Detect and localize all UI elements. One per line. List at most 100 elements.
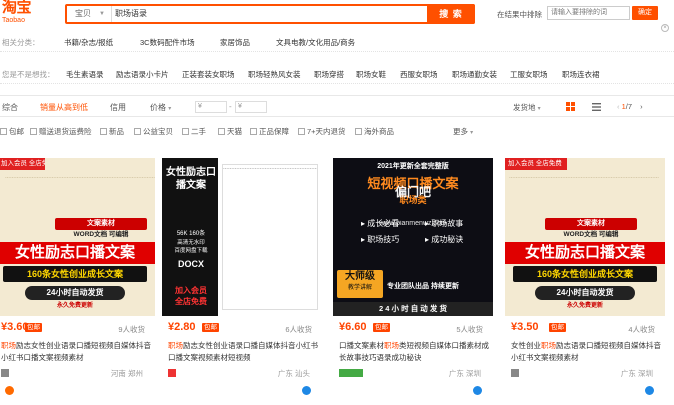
shop-line: 河南 郑州 (0, 368, 155, 380)
logo-text: 淘宝 (2, 0, 32, 16)
shop-icon[interactable] (1, 369, 9, 377)
banner-word: WORD文档 可编辑 (563, 231, 619, 238)
checkbox-box (134, 128, 141, 135)
suggestion-option[interactable]: 职场女鞋 (356, 69, 386, 80)
header: 淘宝 Taobao 宝贝 ▼ 职场语录 搜 索 在结果中排除 请输入要排除的词 … (0, 0, 674, 32)
exclude-input[interactable]: 请输入要排除的词 (547, 6, 630, 20)
checkbox-return-insurance[interactable]: 赠送退货运费险 (30, 126, 92, 137)
product-image[interactable]: 2021年更新全套完整版 短视频口播文案 职场类 ▸ 成长必看 ▸ 职场故事 ▸… (333, 158, 493, 316)
suggestion-label: 您是不是想找： (2, 70, 55, 79)
main-title: 女性励志口播文案 (0, 242, 155, 264)
checkbox-label: 海外商品 (364, 127, 394, 136)
ship-from-select[interactable]: 发货地 ▾ (513, 102, 541, 113)
checkbox-label: 天猫 (227, 127, 242, 136)
checkbox-tmall[interactable]: 天猫 (218, 126, 242, 137)
suggestion-option[interactable]: 职场穿搭 (314, 69, 344, 80)
list-view-icon[interactable] (592, 103, 601, 111)
product-title[interactable]: 女性创业职场励志语录口播短视频自媒体抖音小红书文案视频素材 (511, 340, 663, 364)
location: 广东 深圳 (448, 369, 481, 378)
pager: ‹ 1/7 › (617, 102, 643, 111)
sales-count: 9人收货 (118, 325, 145, 334)
suggestion-option[interactable]: 毛生素语录 (66, 69, 104, 80)
checkbox-box (250, 128, 257, 135)
more-filters[interactable]: 更多 ▾ (453, 126, 473, 137)
product-card[interactable]: 加入会员 全店免费 ………………………………………………………………………………… (0, 158, 155, 405)
category-option[interactable]: 家居饰品 (220, 37, 250, 48)
category-option[interactable]: 3C数码配件市场 (140, 37, 195, 48)
search-button[interactable]: 搜 索 (427, 4, 475, 24)
search-category-label: 宝贝 (75, 9, 91, 18)
product-card[interactable]: 女性励志口播文案 56K 160条 高清无水印 百度网盘下载 DOCX 加入会员… (162, 158, 322, 405)
free-shipping-badge: 包邮 (549, 323, 566, 332)
banner-word: WORD文档 可编辑 (73, 231, 129, 238)
category-option[interactable]: 书籍/杂志/报纸 (64, 37, 113, 48)
product-image[interactable]: 加入会员 全店免费 ………………………………………………………………………………… (0, 158, 155, 316)
suggestion-option[interactable]: 职场通勤女装 (452, 69, 497, 80)
checkbox-authentic[interactable]: 正品保障 (250, 126, 289, 137)
service-filter-row: 包邮 赠送退货运费险 新品 公益宝贝 二手 天猫 正品保障 7+天内退货 海外商… (0, 123, 674, 139)
product-card[interactable]: 加入会员 全店免费 ………………………………………………………………………………… (505, 158, 665, 405)
sort-price[interactable]: 价格 ▾ (150, 102, 171, 113)
sort-default[interactable]: 综合 (2, 102, 18, 113)
title-prefix: 口播文案素材 (339, 341, 384, 350)
search-category-select[interactable]: 宝贝 ▼ (69, 6, 107, 22)
product-image[interactable]: 加入会员 全店免费 ………………………………………………………………………………… (505, 158, 665, 316)
service-icons (505, 386, 665, 398)
checkbox-label: 二手 (191, 127, 206, 136)
sort-sales[interactable]: 销量从高到低 (40, 102, 88, 113)
keyword-4: ▸ 成功秘诀 (425, 235, 464, 244)
price-dash: - (229, 102, 232, 111)
product-card[interactable]: 2021年更新全套完整版 短视频口播文案 职场类 ▸ 成长必看 ▸ 职场故事 ▸… (333, 158, 493, 405)
price: ¥3.50 (511, 321, 539, 333)
service-icons (162, 386, 322, 398)
title-highlight: 职场 (541, 341, 556, 350)
exclude-confirm-button[interactable]: 确定 (632, 6, 658, 20)
service-icons (0, 386, 155, 398)
suggestion-option[interactable]: 职场轻熟风女装 (248, 69, 301, 80)
member-line-2: 全店免费 (175, 297, 207, 306)
checkbox-charity[interactable]: 公益宝贝 (134, 126, 173, 137)
checkbox-new[interactable]: 新品 (100, 126, 124, 137)
document-preview: …………………………………………………………………………………………………………… (222, 164, 318, 310)
product-title[interactable]: 职场励志女性创业语录口播短视频自媒体抖音小红书口播文案视频素材 (1, 340, 153, 364)
suggestion-option[interactable]: 正装套装女职场 (182, 69, 235, 80)
shop-icon[interactable] (168, 369, 176, 377)
location: 广东 深圳 (620, 369, 653, 378)
footer-sub: 永久免费更新 (566, 303, 603, 309)
checkbox-box (100, 128, 107, 135)
shop-icon[interactable] (339, 369, 363, 377)
price-max-input[interactable]: ¥ (235, 101, 267, 113)
checkbox-second-hand[interactable]: 二手 (182, 126, 206, 137)
prev-page-icon[interactable]: ‹ (617, 102, 620, 111)
taobao-logo[interactable]: 淘宝 Taobao (2, 0, 38, 28)
main-title: 短视频口播文案 (367, 176, 459, 191)
checkbox-7day-return[interactable]: 7+天内退货 (298, 126, 346, 137)
category-option[interactable]: 文具电教/文化用品/商务 (276, 37, 355, 48)
footer-sub: 永久免费更新 (56, 303, 93, 309)
checkbox-overseas[interactable]: 海外商品 (355, 126, 394, 137)
price-line: ¥3.50 包邮 4人收货 (505, 321, 665, 335)
product-image[interactable]: 女性励志口播文案 56K 160条 高清无水印 百度网盘下载 DOCX 加入会员… (162, 158, 322, 316)
grid-view-icon[interactable] (566, 102, 575, 111)
checkbox-box (182, 128, 189, 135)
keyword-1: ▸ 成长必看 (361, 219, 400, 228)
suggestion-option[interactable]: 职场连衣裙 (562, 69, 600, 80)
suggestion-option[interactable]: 西服女职场 (400, 69, 438, 80)
banner-top: 加入会员 全店免费 (505, 158, 567, 170)
product-title[interactable]: 职场励志女性创业语录口播自媒体抖音小红书口播文案视频素材短视频 (168, 340, 320, 364)
shop-icon[interactable] (511, 369, 519, 377)
spec-1: 56K 160条 (176, 231, 206, 237)
side-text: 专业团队出品 持续更新 (387, 283, 459, 290)
next-page-icon[interactable]: › (640, 102, 643, 111)
product-title[interactable]: 口播文案素材职场类短视频自媒体口播素材成长故事技巧语录成功秘诀 (339, 340, 491, 364)
checkbox-free-shipping[interactable]: 包邮 (0, 126, 24, 137)
suggestion-option[interactable]: 励志语录小卡片 (116, 69, 169, 80)
suggestion-option[interactable]: 工服女职场 (510, 69, 548, 80)
price-line: ¥6.60 包邮 5人收货 (333, 321, 493, 335)
price-min-input[interactable]: ¥ (195, 101, 227, 113)
related-category-label: 相关分类： (2, 38, 40, 47)
chevron-down-icon: ▾ (470, 130, 474, 136)
sort-credit[interactable]: 信用 (110, 102, 126, 113)
keyword-text: 成功秘诀 (431, 235, 464, 244)
search-input[interactable]: 职场语录 (111, 6, 147, 22)
